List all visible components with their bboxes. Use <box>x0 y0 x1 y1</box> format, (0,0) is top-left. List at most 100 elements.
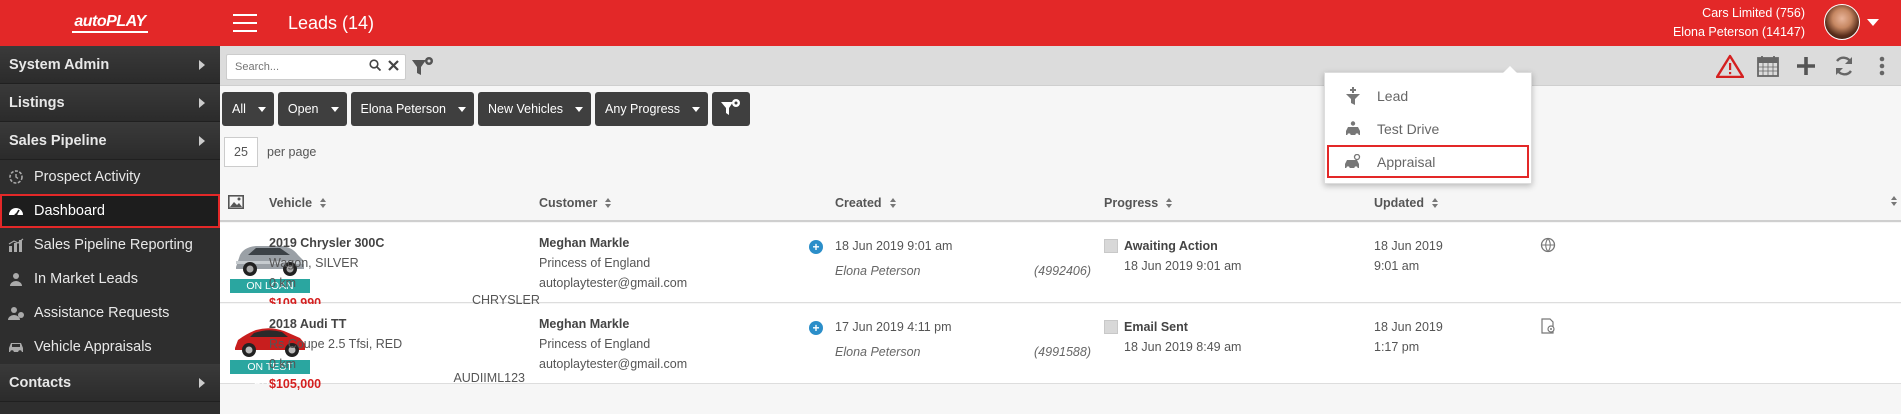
sidebar-item-label: In Market Leads <box>34 271 138 287</box>
account-user: Elona Peterson (14147) <box>1672 25 1805 39</box>
close-icon[interactable] <box>388 58 399 74</box>
sidebar-item-label: Assistance Requests <box>34 305 170 321</box>
column-actions-sort[interactable] <box>1883 196 1898 206</box>
document-settings-icon[interactable] <box>1540 318 1556 337</box>
customer-email[interactable]: autoplaytester@gmail.com <box>539 276 687 290</box>
menu-item-label: Appraisal <box>1377 153 1436 170</box>
table-row[interactable]: ON LOAN 2019 Chrysler 300C Wagon, SILVER… <box>220 223 1901 310</box>
progress-date: 18 Jun 2019 8:49 am <box>1124 340 1242 354</box>
column-created[interactable]: Created <box>835 196 897 210</box>
filter-scope-dropdown[interactable]: All <box>222 92 274 126</box>
lead-id[interactable]: (4992406) <box>1030 261 1091 281</box>
filter-label: New Vehicles <box>487 102 564 116</box>
sidebar-section-system-admin[interactable]: System Admin <box>0 46 220 84</box>
account-info[interactable]: Cars Limited (756) Elona Peterson (14147… <box>1673 4 1805 42</box>
sidebar-section-contacts[interactable]: Contacts <box>0 364 220 402</box>
created-date: 18 Jun 2019 9:01 am <box>835 239 953 253</box>
sidebar-item-vehicle-appraisals[interactable]: Vehicle Appraisals <box>0 330 220 364</box>
calendar-icon[interactable] <box>1749 46 1787 86</box>
table-row[interactable]: ON TEST DRIVE 2018 Audi TT Rs Coupe 2.5 … <box>220 304 1901 391</box>
bar-chart-icon <box>7 237 25 253</box>
progress-checkbox[interactable] <box>1104 239 1118 253</box>
add-customer-icon[interactable]: + <box>809 321 823 335</box>
sidebar-section-sales-pipeline[interactable]: Sales Pipeline <box>0 122 220 160</box>
warning-icon[interactable] <box>1711 46 1749 86</box>
search-input[interactable] <box>227 55 367 79</box>
customer-info: Meghan Markle Princess of England autopl… <box>539 233 687 293</box>
customer-info: Meghan Markle Princess of England autopl… <box>539 314 687 374</box>
person-icon <box>7 271 25 287</box>
sidebar-item-in-market-leads[interactable]: In Market Leads <box>0 262 220 296</box>
filter-status-dropdown[interactable]: Open <box>277 92 347 126</box>
avatar[interactable] <box>1824 4 1860 40</box>
menu-toggle-icon[interactable] <box>233 14 257 32</box>
customer-email[interactable]: autoplaytester@gmail.com <box>539 357 687 371</box>
advanced-filter-button[interactable] <box>712 92 751 126</box>
vehicle-info: 2019 Chrysler 300C Wagon, SILVER 0 km $1… <box>269 233 384 313</box>
sort-icon <box>889 198 897 208</box>
progress-info: Email Sent 18 Jun 2019 8:49 am <box>1124 317 1241 357</box>
chevron-down-icon <box>330 106 339 112</box>
customer-title: Princess of England <box>539 256 651 270</box>
filter-settings-icon <box>720 98 742 121</box>
chevron-right-icon <box>199 60 205 70</box>
more-vertical-icon[interactable] <box>1863 46 1901 86</box>
column-updated[interactable]: Updated <box>1374 196 1439 210</box>
filter-label: All <box>232 102 246 116</box>
chevron-down-icon[interactable] <box>1867 19 1879 26</box>
main-content: All Open Elona Peterson New Vehicles Any… <box>220 46 1901 414</box>
gauge-icon <box>7 203 25 219</box>
filter-settings-icon[interactable] <box>410 54 436 80</box>
lead-id[interactable]: (4991588) <box>1030 342 1091 362</box>
sidebar-item-dashboard[interactable]: Dashboard <box>0 194 220 228</box>
sidebar-section-listings[interactable]: Listings <box>0 84 220 122</box>
filter-vehicle-type-dropdown[interactable]: New Vehicles <box>477 92 592 126</box>
filter-label: Open <box>287 102 319 116</box>
filter-user-dropdown[interactable]: Elona Peterson <box>350 92 474 126</box>
sidebar-item-assistance-requests[interactable]: Assistance Requests <box>0 296 220 330</box>
updated-info: 18 Jun 2019 9:01 am <box>1374 236 1443 276</box>
top-bar: autoPLAY Leads (14) Cars Limited (756) E… <box>0 0 1901 46</box>
column-progress[interactable]: Progress <box>1104 196 1173 210</box>
sidebar-item-prospect-activity[interactable]: Prospect Activity <box>0 160 220 194</box>
chevron-right-icon <box>199 378 205 388</box>
filter-label: Any Progress <box>605 102 681 116</box>
vehicle-odometer: 0 km <box>269 276 297 290</box>
column-label: Updated <box>1374 196 1424 210</box>
column-customer[interactable]: Customer <box>539 196 612 210</box>
sort-icon <box>1432 198 1439 208</box>
sidebar-item-label: Prospect Activity <box>34 169 141 185</box>
car-icon <box>7 339 25 355</box>
column-label: Created <box>835 196 882 210</box>
per-page-input[interactable] <box>224 137 258 167</box>
car-driver-icon <box>1343 120 1363 137</box>
search-icon[interactable] <box>369 59 382 74</box>
account-company: Cars Limited (756) <box>1702 6 1805 20</box>
updated-time: 9:01 am <box>1374 259 1420 273</box>
page-title: Leads (14) <box>288 12 375 33</box>
updated-date: 18 Jun 2019 <box>1374 320 1443 334</box>
add-icon[interactable] <box>1787 46 1825 86</box>
globe-icon[interactable] <box>1540 237 1556 256</box>
vehicle-odometer: 0 km <box>269 357 297 371</box>
progress-checkbox[interactable] <box>1104 320 1118 334</box>
vehicle-title: 2019 Chrysler 300C <box>269 236 385 250</box>
search-box <box>226 54 406 80</box>
toolbar-actions <box>1711 46 1901 86</box>
sort-icon <box>1891 196 1898 206</box>
column-vehicle[interactable]: Vehicle <box>269 196 327 210</box>
chevron-down-icon <box>257 106 266 112</box>
menu-item-label: Test Drive <box>1377 120 1440 137</box>
filter-progress-dropdown[interactable]: Any Progress <box>595 92 709 126</box>
add-customer-icon[interactable]: + <box>809 240 823 254</box>
add-menu-item-test-drive[interactable]: Test Drive <box>1325 112 1531 145</box>
add-menu-item-appraisal[interactable]: Appraisal <box>1327 145 1529 178</box>
column-label: Customer <box>539 196 598 210</box>
chevron-right-icon <box>199 98 205 108</box>
add-menu-item-lead[interactable]: Lead <box>1325 79 1531 112</box>
sidebar-item-sales-pipeline-reporting[interactable]: Sales Pipeline Reporting <box>0 228 220 262</box>
funnel-plus-icon <box>1343 86 1363 105</box>
customer-name: Meghan Markle <box>539 317 630 331</box>
logo[interactable]: autoPLAY <box>0 0 220 46</box>
refresh-icon[interactable] <box>1825 46 1863 86</box>
